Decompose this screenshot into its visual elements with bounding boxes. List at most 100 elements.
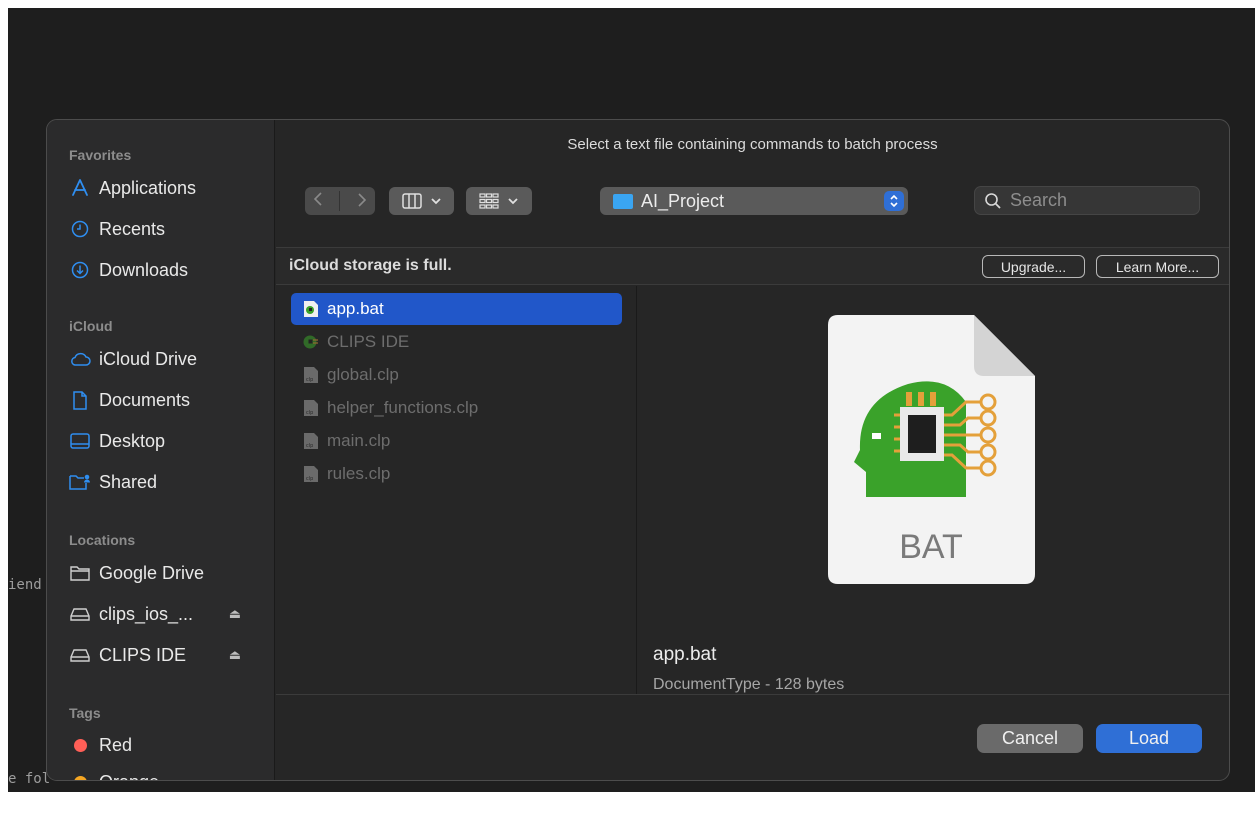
cloud-icon bbox=[69, 348, 91, 370]
file-name: app.bat bbox=[327, 299, 384, 318]
sidebar-item-label: Downloads bbox=[99, 259, 189, 280]
sidebar-item-tag-red[interactable]: Red bbox=[61, 729, 261, 761]
sidebar-item-label: Google Drive bbox=[99, 562, 205, 583]
clp-file-icon: clp bbox=[304, 466, 318, 482]
sidebar-item-tag-orange[interactable]: Orange bbox=[61, 766, 261, 781]
navigation-group bbox=[305, 187, 375, 215]
file-name: global.clp bbox=[327, 365, 399, 384]
bat-file-icon bbox=[304, 301, 318, 317]
button-bar: Cancel Load bbox=[276, 694, 1229, 780]
file-row-clips-ide[interactable]: CLIPS IDE bbox=[291, 326, 622, 358]
file-row-main-clp[interactable]: clp main.clp bbox=[291, 425, 622, 457]
open-file-dialog: Favorites Applications Recents Downloads… bbox=[46, 119, 1230, 781]
sidebar-item-desktop[interactable]: Desktop bbox=[61, 425, 261, 457]
background-code-fragment: e fol bbox=[8, 771, 51, 787]
file-name: main.clp bbox=[327, 431, 391, 450]
file-list: app.bat CLIPS IDE clp global.clp clp hel… bbox=[276, 286, 637, 694]
applications-icon bbox=[69, 177, 91, 199]
sidebar-item-clips-ide[interactable]: CLIPS IDE ⏏ bbox=[61, 639, 261, 671]
sidebar-header-locations: Locations bbox=[69, 532, 136, 548]
icloud-banner: iCloud storage is full. Upgrade... Learn… bbox=[276, 247, 1229, 285]
desktop-icon bbox=[69, 430, 91, 452]
sidebar-item-shared[interactable]: Shared bbox=[61, 466, 261, 498]
sidebar-item-documents[interactable]: Documents bbox=[61, 384, 261, 416]
sidebar-item-icloud-drive[interactable]: iCloud Drive bbox=[61, 343, 261, 375]
sidebar-header-favorites: Favorites bbox=[69, 147, 132, 163]
download-icon bbox=[69, 259, 91, 281]
sidebar-item-label: Recents bbox=[99, 218, 166, 239]
svg-text:clp: clp bbox=[306, 476, 313, 482]
updown-stepper-icon bbox=[884, 191, 904, 211]
sidebar-item-label: Desktop bbox=[99, 430, 166, 451]
eject-icon[interactable]: ⏏ bbox=[229, 647, 241, 663]
chevron-right-icon bbox=[358, 192, 366, 207]
main-pane: Select a text file containing commands t… bbox=[276, 120, 1229, 780]
preview-file-name: app.bat bbox=[653, 644, 717, 665]
learn-more-button[interactable]: Learn More... bbox=[1096, 255, 1219, 278]
grid-view-icon bbox=[479, 193, 499, 209]
folder-icon bbox=[613, 193, 633, 209]
chevron-down-icon bbox=[430, 198, 441, 205]
clp-file-icon: clp bbox=[304, 433, 318, 449]
clp-file-icon: clp bbox=[304, 367, 318, 383]
location-popup[interactable]: AI_Project bbox=[600, 187, 908, 215]
upgrade-button[interactable]: Upgrade... bbox=[982, 255, 1085, 278]
location-label: AI_Project bbox=[641, 190, 725, 211]
clock-icon bbox=[69, 218, 91, 240]
sidebar-item-label: CLIPS IDE bbox=[99, 644, 187, 665]
eject-icon[interactable]: ⏏ bbox=[229, 606, 241, 622]
sidebar-item-label: Applications bbox=[99, 177, 197, 198]
sidebar-header-tags: Tags bbox=[69, 705, 101, 721]
sidebar-header-icloud: iCloud bbox=[69, 318, 113, 334]
search-input[interactable] bbox=[1008, 189, 1182, 212]
svg-text:clp: clp bbox=[306, 377, 313, 383]
file-row-global-clp[interactable]: clp global.clp bbox=[291, 359, 622, 391]
orange-tag-dot-icon bbox=[73, 775, 87, 780]
sidebar-item-downloads[interactable]: Downloads bbox=[61, 254, 261, 286]
view-mode-button[interactable] bbox=[389, 187, 454, 215]
clips-app-icon bbox=[303, 335, 318, 349]
sidebar-item-clips-ios[interactable]: clips_ios_... ⏏ bbox=[61, 598, 261, 630]
document-icon bbox=[69, 389, 91, 411]
file-row-app-bat[interactable]: app.bat bbox=[291, 293, 622, 325]
svg-text:clp: clp bbox=[306, 410, 313, 416]
search-icon bbox=[985, 192, 1001, 209]
sidebar: Favorites Applications Recents Downloads… bbox=[47, 120, 275, 780]
chevron-left-icon bbox=[314, 191, 322, 206]
load-button[interactable]: Load bbox=[1096, 724, 1202, 753]
red-tag-dot-icon bbox=[73, 738, 87, 752]
file-row-helper-functions-clp[interactable]: clp helper_functions.clp bbox=[291, 392, 622, 424]
bat-document-preview-icon: BAT bbox=[828, 315, 1035, 584]
clp-file-icon: clp bbox=[304, 400, 318, 416]
bat-badge-text: BAT bbox=[899, 528, 963, 566]
shared-folder-icon bbox=[69, 471, 91, 493]
icloud-banner-message: iCloud storage is full. bbox=[289, 257, 452, 274]
sidebar-item-label: Shared bbox=[99, 471, 158, 492]
sidebar-item-label: Documents bbox=[99, 389, 191, 410]
sidebar-item-google-drive[interactable]: Google Drive bbox=[61, 557, 261, 589]
file-name: helper_functions.clp bbox=[327, 398, 479, 417]
dialog-title: Select a text file containing commands t… bbox=[567, 136, 938, 153]
file-row-rules-clp[interactable]: clp rules.clp bbox=[291, 458, 622, 490]
file-name: rules.clp bbox=[327, 464, 391, 483]
svg-text:clp: clp bbox=[306, 443, 313, 449]
sidebar-item-label: Orange bbox=[99, 772, 159, 781]
folder-icon bbox=[69, 562, 91, 584]
sidebar-item-label: iCloud Drive bbox=[99, 348, 198, 369]
drive-icon bbox=[69, 644, 91, 666]
columns-view-icon bbox=[401, 193, 422, 209]
sidebar-item-applications[interactable]: Applications bbox=[61, 172, 261, 204]
sidebar-item-recents[interactable]: Recents bbox=[61, 213, 261, 245]
background-code-fragment: iend bbox=[8, 577, 42, 593]
back-button[interactable] bbox=[313, 191, 323, 211]
sidebar-item-label: Red bbox=[99, 734, 133, 755]
search-field[interactable] bbox=[974, 186, 1200, 215]
chevron-down-icon bbox=[508, 198, 518, 205]
drive-icon bbox=[69, 603, 91, 625]
preview-file-meta: DocumentType - 128 bytes bbox=[653, 676, 845, 693]
forward-button[interactable] bbox=[357, 192, 367, 210]
cancel-button[interactable]: Cancel bbox=[977, 724, 1083, 753]
group-by-button[interactable] bbox=[466, 187, 532, 215]
preview-pane: BAT app.bat DocumentType - 128 bytes bbox=[638, 286, 1229, 694]
sidebar-item-label: clips_ios_... bbox=[99, 603, 194, 624]
